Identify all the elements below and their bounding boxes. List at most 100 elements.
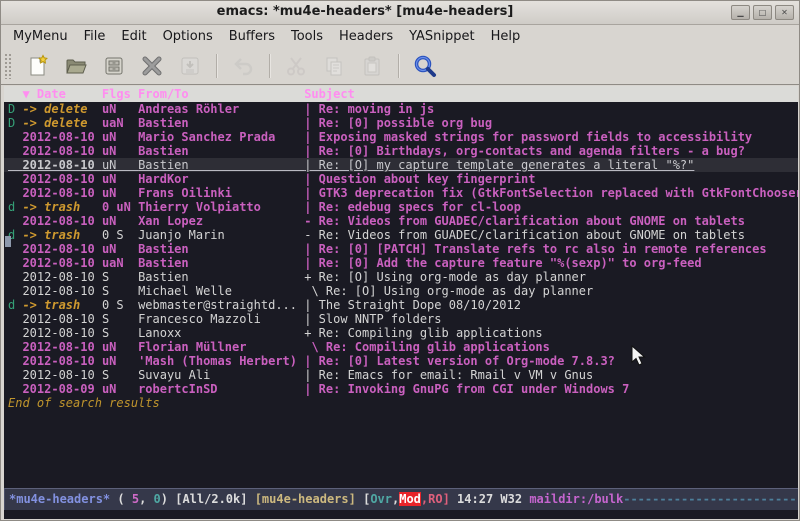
message-from: Bastien	[138, 158, 304, 172]
message-row[interactable]: 2012-08-10 S Lanoxx + Re: Compiling glib…	[4, 326, 798, 340]
message-flags: S	[102, 284, 138, 298]
message-row[interactable]: D -> delete uN Andreas Röhler | Re: movi…	[4, 102, 798, 116]
message-subject: | The Straight Dope 08/10/2012	[304, 298, 521, 312]
message-row[interactable]: 2012-08-10 uN Florian Müllner \ Re: Comp…	[4, 340, 798, 354]
window-title: emacs: *mu4e-headers* [mu4e-headers]	[1, 4, 729, 19]
modeline-segment: )	[161, 492, 175, 506]
minimize-button[interactable]: ▁	[731, 5, 750, 20]
message-flags: uN	[102, 172, 138, 186]
message-from: Bastien	[138, 242, 304, 256]
message-from: Andreas Röhler	[138, 102, 304, 116]
message-flags: S	[102, 368, 138, 382]
message-row[interactable]: d -> trash 0 S Juanjo Marin - Re: Videos…	[4, 228, 798, 242]
message-row[interactable]: 2012-08-10 S Suvayu Ali | Re: Emacs for …	[4, 368, 798, 382]
menu-mymenu[interactable]: MyMenu	[5, 27, 76, 46]
message-subject: - Re: Videos from GUADEC/clarification a…	[304, 228, 745, 242]
message-from: Bastien	[138, 116, 304, 130]
message-subject: - Re: Videos from GUADEC/clarification a…	[304, 214, 745, 228]
echo-area[interactable]	[4, 510, 798, 519]
message-from: HardKor	[138, 172, 304, 186]
search-icon[interactable]	[412, 53, 438, 79]
trash-marker	[8, 256, 22, 270]
message-from: webmaster@straightd...	[138, 298, 304, 312]
headers-buffer[interactable]: ▼ Date Flgs From/To Subject D -> delete …	[4, 86, 798, 488]
menu-file[interactable]: File	[76, 27, 114, 46]
message-subject: | GTK3 deprecation fix (GtkFontSelection…	[304, 186, 798, 200]
message-date: -> trash	[22, 200, 101, 214]
message-date: 2012-08-09	[22, 382, 101, 396]
trash-marker	[8, 368, 22, 382]
trash-marker	[8, 270, 22, 284]
message-row[interactable]: 2012-08-10 uN Bastien | Re: [0] [PATCH] …	[4, 242, 798, 256]
message-row[interactable]: 2012-08-10 uN Bastien | Re: [O] my captu…	[4, 158, 798, 172]
message-from: Francesco Mazzoli	[138, 312, 304, 326]
message-subject: \ Re: Compiling glib applications	[304, 340, 550, 354]
message-row[interactable]: 2012-08-10 uN Mario Sanchez Prada | Expo…	[4, 130, 798, 144]
message-flags: uN	[102, 242, 138, 256]
message-from: Michael Welle	[138, 284, 304, 298]
menu-options[interactable]: Options	[155, 27, 221, 46]
trash-marker	[8, 382, 22, 396]
mode-line: *mu4e-headers* ( 5, 0) [All/2.0k] [mu4e-…	[4, 488, 798, 510]
menu-help[interactable]: Help	[483, 27, 529, 46]
message-subject: \ Re: [O] Using org-mode as day planner	[304, 284, 593, 298]
message-flags: uN	[102, 144, 138, 158]
trash-marker	[8, 354, 22, 368]
message-from: Lanoxx	[138, 326, 304, 340]
message-row[interactable]: d -> trash 0 uN Thierry Volpiatto | Re: …	[4, 200, 798, 214]
save-as-icon	[177, 53, 203, 79]
menu-headers[interactable]: Headers	[331, 27, 401, 46]
menu-tools[interactable]: Tools	[283, 27, 331, 46]
message-row[interactable]: 2012-08-09 uN robertcInSD | Re: Invoking…	[4, 382, 798, 396]
message-subject: | Re: Invoking GnuPG from CGI under Wind…	[304, 382, 629, 396]
message-date: 2012-08-10	[22, 368, 101, 382]
message-row[interactable]: 2012-08-10 uN HardKor | Question about k…	[4, 172, 798, 186]
message-row[interactable]: 2012-08-10 uN Bastien | Re: [0] Birthday…	[4, 144, 798, 158]
message-from: Xan Lopez	[138, 214, 304, 228]
message-row[interactable]: 2012-08-10 S Francesco Mazzoli | Slow NN…	[4, 312, 798, 326]
message-date: 2012-08-10	[22, 144, 101, 158]
title-bar[interactable]: emacs: *mu4e-headers* [mu4e-headers] ▁□✕	[1, 1, 799, 25]
headers-column-header: ▼ Date Flgs From/To Subject	[4, 86, 798, 102]
message-date: -> trash	[22, 298, 101, 312]
message-subject: | Re: [O] my capture template generates …	[304, 158, 694, 172]
message-date: -> delete	[22, 116, 101, 130]
message-flags: S	[102, 312, 138, 326]
message-row[interactable]: D -> delete uaN Bastien | Re: [0] possib…	[4, 116, 798, 130]
menu-buffers[interactable]: Buffers	[221, 27, 283, 46]
message-date: 2012-08-10	[22, 214, 101, 228]
emacs-window: emacs: *mu4e-headers* [mu4e-headers] ▁□✕…	[0, 0, 800, 521]
message-row[interactable]: 2012-08-10 S Michael Welle \ Re: [O] Usi…	[4, 284, 798, 298]
maximize-button[interactable]: □	[753, 5, 772, 20]
message-row[interactable]: 2012-08-10 uN Xan Lopez - Re: Videos fro…	[4, 214, 798, 228]
message-flags: uN	[102, 354, 138, 368]
modeline-segment: --------------------------------	[623, 492, 798, 506]
open-folder-icon[interactable]	[63, 53, 89, 79]
message-flags: uN	[102, 102, 138, 116]
window-buttons: ▁□✕	[731, 5, 794, 20]
new-file-icon[interactable]	[25, 53, 51, 79]
trash-marker	[8, 214, 22, 228]
cut-icon	[283, 53, 309, 79]
menu-yasnippet[interactable]: YASnippet	[401, 27, 483, 46]
message-from: robertcInSD	[138, 382, 304, 396]
message-row[interactable]: 2012-08-10 S Bastien + Re: [O] Using org…	[4, 270, 798, 284]
menu-edit[interactable]: Edit	[113, 27, 154, 46]
modeline-segment: [All/2.0k]	[175, 492, 254, 506]
toolbar-separator	[398, 54, 399, 78]
toolbar-separator	[216, 54, 217, 78]
close-button[interactable]: ✕	[775, 5, 794, 20]
message-date: 2012-08-10	[22, 326, 101, 340]
close-buffer-icon[interactable]	[139, 53, 165, 79]
message-from: Bastien	[138, 270, 304, 284]
toolbar-drag-handle-icon[interactable]	[4, 53, 11, 79]
message-from: Suvayu Ali	[138, 368, 304, 382]
message-row[interactable]: 2012-08-10 uaN Bastien | Re: [0] Add the…	[4, 256, 798, 270]
message-row[interactable]: 2012-08-10 uN 'Mash (Thomas Herbert) | R…	[4, 354, 798, 368]
modeline-segment: 5	[132, 492, 139, 506]
message-row[interactable]: d -> trash 0 S webmaster@straightd... | …	[4, 298, 798, 312]
save-icon[interactable]	[101, 53, 127, 79]
message-list: D -> delete uN Andreas Röhler | Re: movi…	[4, 102, 798, 396]
message-subject: + Re: [O] Using org-mode as day planner	[304, 270, 586, 284]
message-row[interactable]: 2012-08-10 uN Frans Oilinki | GTK3 depre…	[4, 186, 798, 200]
